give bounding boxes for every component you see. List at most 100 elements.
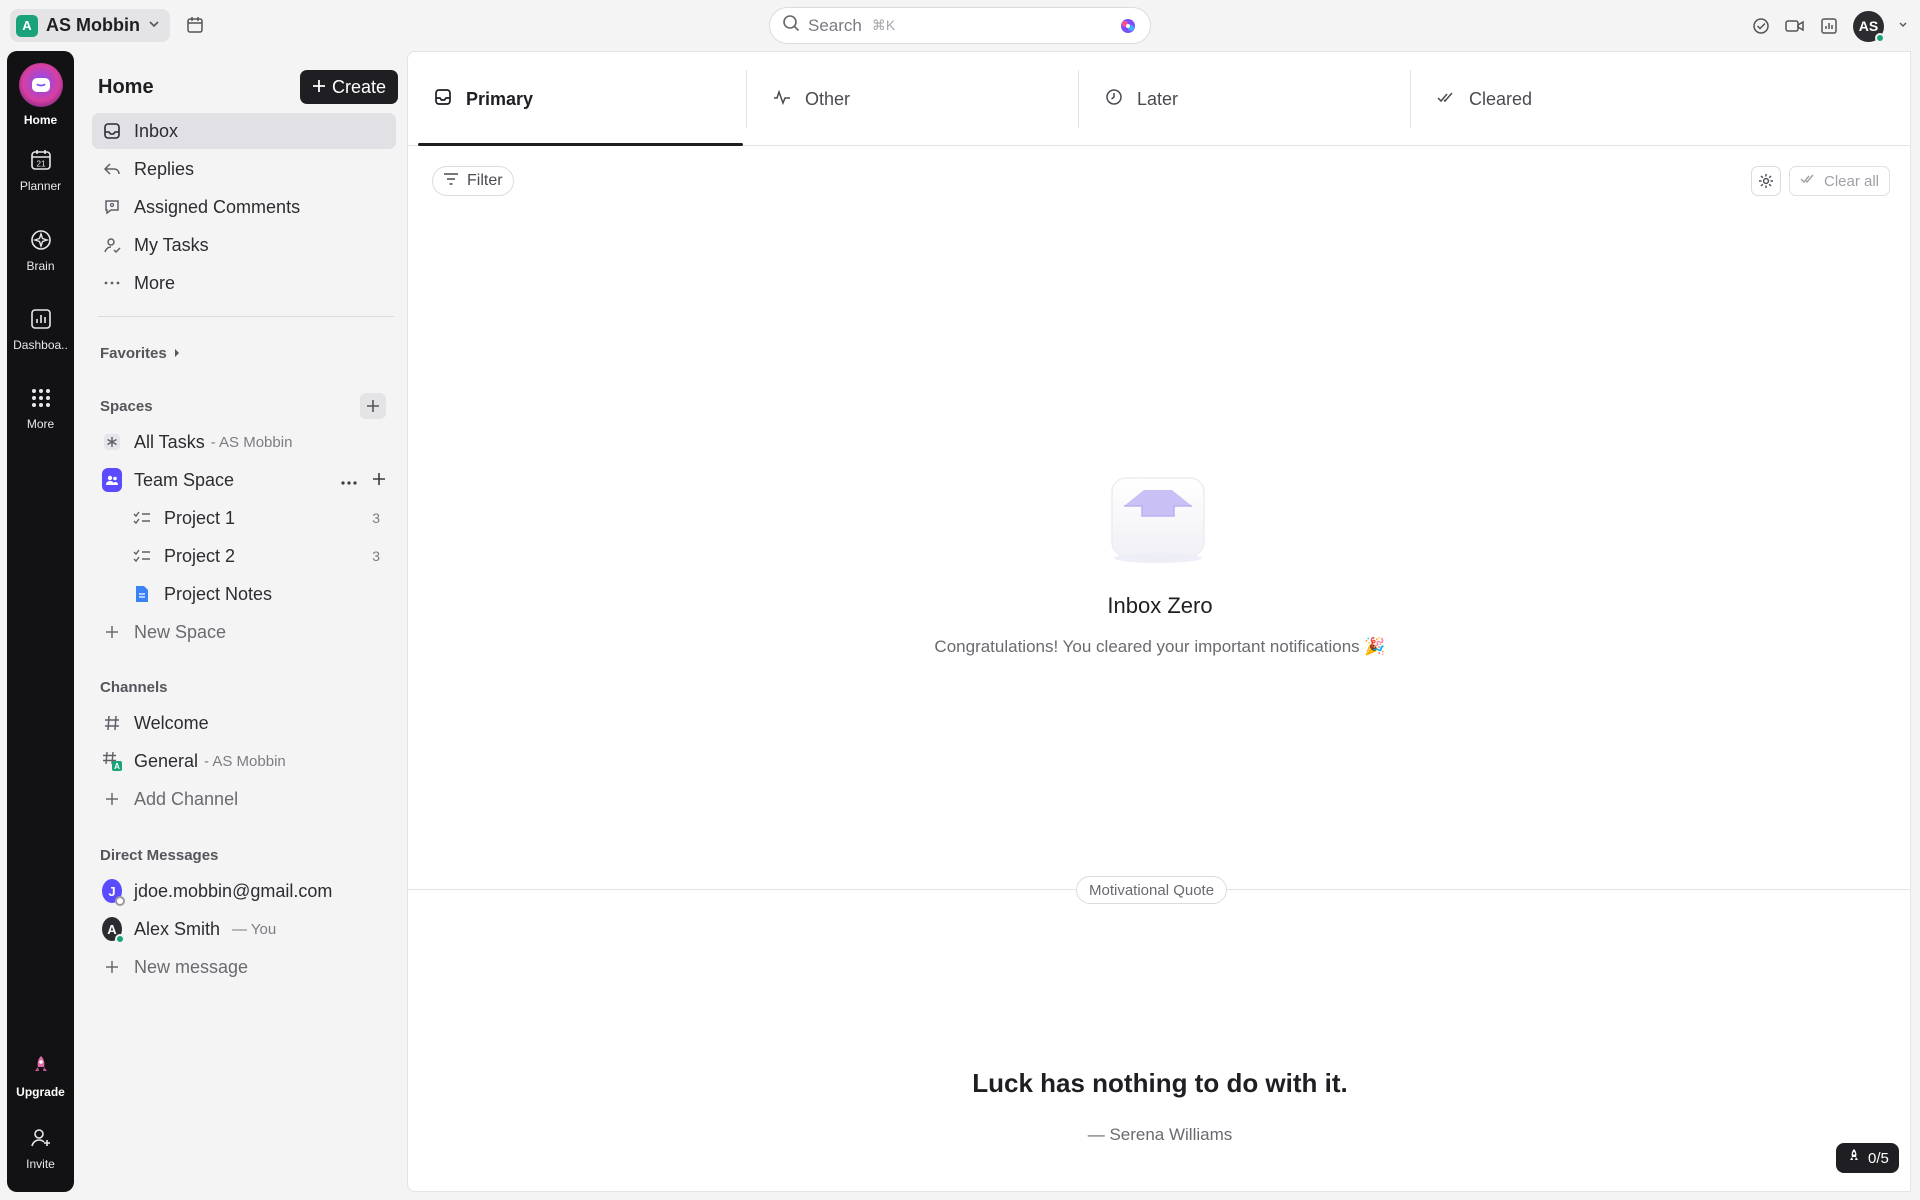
sidebar-item-project-2[interactable]: Project 2 3 (92, 538, 396, 574)
sidebar-item-my-tasks[interactable]: My Tasks (92, 227, 396, 263)
filter-button[interactable]: Filter (432, 166, 514, 196)
sidebar-header: Home Create (98, 67, 398, 107)
sidebar-item-more[interactable]: More (92, 265, 396, 301)
more-dots-icon (102, 273, 122, 293)
chevron-down-icon[interactable] (1898, 17, 1908, 35)
channel-label: General (134, 750, 199, 771)
clear-all-button[interactable]: Clear all (1789, 166, 1891, 196)
inbox-icon (434, 88, 452, 111)
rail-item-home[interactable]: Home (7, 63, 74, 127)
tab-later[interactable]: Later (1079, 52, 1409, 146)
upgrade-label: Upgrade (16, 1085, 65, 1099)
sidebar-item-all-tasks[interactable]: All Tasks - AS Mobbin (92, 424, 396, 460)
invite-button[interactable]: Invite (7, 1125, 74, 1171)
caret-right-icon (173, 345, 181, 362)
quote-text: Luck has nothing to do with it. (972, 1068, 1348, 1098)
spaces-header: Spaces (100, 398, 153, 415)
upgrade-button[interactable]: Upgrade (7, 1053, 74, 1099)
more-dots-icon[interactable] (340, 469, 358, 492)
inbox-tabs: Primary Other Later Cleared (408, 52, 1910, 146)
sidebar-title: Home (98, 75, 154, 98)
activity-icon (773, 88, 791, 111)
search-icon (782, 14, 800, 37)
new-message-button[interactable]: New message (92, 949, 396, 985)
sidebar-item-label: Replies (134, 158, 195, 179)
workspace-name: AS Mobbin (46, 15, 140, 35)
user-initials: AS (1858, 18, 1879, 34)
inbox-settings-button[interactable] (1751, 166, 1781, 196)
plus-icon (312, 77, 326, 98)
planner-day-number: 21 (36, 160, 45, 169)
rail-item-dashboards[interactable]: Dashboa.. (7, 306, 74, 352)
rocket-icon (28, 1053, 54, 1079)
sidebar-item-replies[interactable]: Replies (92, 151, 396, 187)
video-icon[interactable] (1785, 16, 1805, 36)
dm-header: Direct Messages (100, 847, 218, 864)
sidebar-item-label: More (134, 272, 176, 293)
double-check-icon (1437, 88, 1455, 111)
calendar-icon[interactable] (184, 14, 206, 36)
all-tasks-label: All Tasks (134, 431, 205, 452)
rail-item-brain[interactable]: Brain (7, 227, 74, 273)
dm-item-jdoe[interactable]: J jdoe.mobbin@gmail.com (92, 873, 396, 909)
add-space-button[interactable] (360, 393, 386, 419)
filter-label: Filter (467, 172, 503, 189)
project-label: Project Notes (164, 583, 273, 604)
plus-icon[interactable] (372, 469, 386, 492)
rail-item-more[interactable]: More (7, 385, 74, 431)
favorites-label: Favorites (100, 345, 167, 362)
channels-label: Channels (100, 679, 168, 696)
quote-author: — Serena Williams (1087, 1125, 1233, 1144)
inbox-icon (102, 121, 122, 141)
plus-icon (102, 789, 122, 809)
filter-icon (443, 172, 459, 191)
sidebar-item-project-notes[interactable]: Project Notes (92, 576, 396, 612)
project-count: 3 (372, 510, 380, 526)
create-label: Create (331, 76, 386, 97)
add-channel-button[interactable]: Add Channel (92, 781, 396, 817)
sidebar-item-label: Assigned Comments (134, 196, 301, 217)
list-check-icon (132, 546, 152, 566)
channel-workspace: - AS Mobbin (204, 752, 286, 770)
channel-label: Welcome (134, 712, 209, 733)
search-placeholder: Search (808, 15, 862, 35)
dm-item-alex-smith[interactable]: A Alex Smith — You (92, 911, 396, 947)
offline-status-dot (115, 896, 125, 906)
sidebar-item-team-space[interactable]: Team Space (92, 462, 396, 498)
new-space-button[interactable]: New Space (92, 614, 396, 650)
left-rail: Home 21 Planner Brain Dashboa.. More Upg… (7, 51, 74, 1192)
onboarding-progress-button[interactable]: 0/5 (1836, 1143, 1899, 1173)
tab-other[interactable]: Other (747, 52, 1077, 146)
ai-sparkle-icon[interactable] (1118, 16, 1138, 36)
sidebar-item-project-1[interactable]: Project 1 3 (92, 500, 396, 536)
new-message-label: New message (134, 956, 249, 977)
tab-label: Other (805, 88, 851, 109)
sidebar-item-channel-general[interactable]: A General - AS Mobbin (92, 743, 396, 779)
tab-cleared[interactable]: Cleared (1411, 52, 1741, 146)
check-circle-icon[interactable] (1751, 16, 1771, 36)
sidebar-item-assigned-comments[interactable]: Assigned Comments (92, 189, 396, 225)
project-label: Project 2 (164, 545, 236, 566)
tab-primary[interactable]: Primary (408, 52, 743, 146)
sidebar-item-inbox[interactable]: Inbox (92, 113, 396, 149)
doc-icon (132, 584, 152, 604)
rail-item-planner[interactable]: 21 Planner (7, 147, 74, 193)
hash-workspace-icon: A (102, 751, 122, 771)
create-button[interactable]: Create (299, 70, 398, 104)
grid-icon (28, 385, 54, 411)
user-avatar[interactable]: AS (1853, 10, 1885, 43)
inbox-panel: Primary Other Later Cleared Filter Clear… (407, 51, 1911, 1192)
empty-state-subtitle: Congratulations! You cleared your import… (934, 637, 1386, 656)
sidebar-item-channel-welcome[interactable]: Welcome (92, 705, 396, 741)
gear-icon (1759, 174, 1773, 188)
notepad-icon[interactable] (1819, 16, 1839, 36)
tab-label: Primary (466, 88, 534, 109)
avatar: J (102, 879, 125, 906)
home-icon (18, 63, 63, 107)
clock-icon (1105, 88, 1123, 111)
workspace-switcher[interactable]: A AS Mobbin (10, 9, 170, 42)
comment-icon (102, 197, 122, 217)
top-right-actions: AS (1751, 10, 1920, 43)
search-bar[interactable]: Search ⌘K (769, 7, 1151, 44)
favorites-header[interactable]: Favorites (100, 345, 181, 362)
